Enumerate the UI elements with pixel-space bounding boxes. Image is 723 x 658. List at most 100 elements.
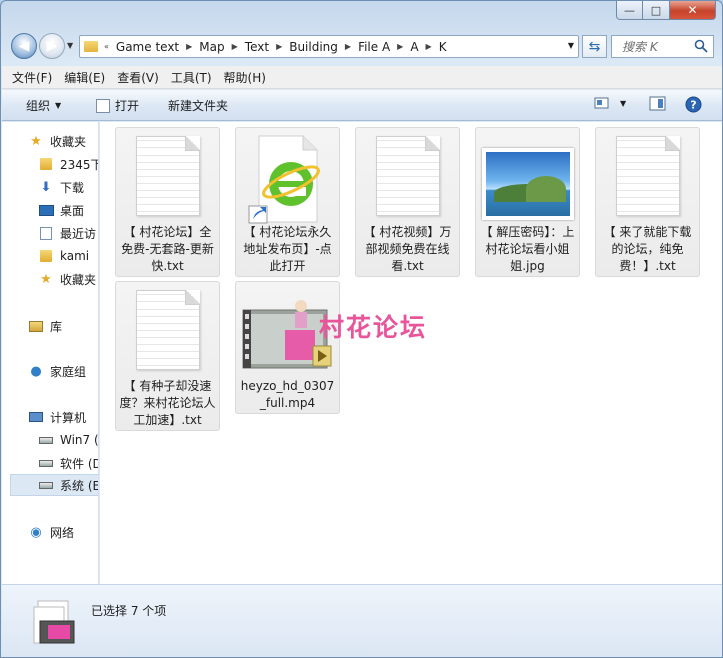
open-label: 打开 bbox=[115, 99, 140, 113]
sidebar-item-favorites-2[interactable]: ★ 收藏夹 bbox=[38, 268, 98, 290]
organize-button[interactable]: 组织 ▼ bbox=[26, 97, 61, 114]
breadcrumb-item[interactable]: Building bbox=[289, 40, 338, 54]
file-item[interactable]: 【 来了就能下载的论坛，纯免费！】.txt bbox=[595, 127, 700, 277]
sidebar-item-drive-d[interactable]: 软件 (D bbox=[38, 452, 99, 474]
file-name: 【 解压密码】：上村花论坛看小姐姐.jpg bbox=[480, 225, 575, 273]
file-name: 【 村花论坛永久地址发布页】-点此打开 bbox=[243, 225, 332, 273]
ie-shortcut-icon bbox=[245, 134, 331, 227]
recent-pages-dropdown[interactable]: ▼ bbox=[67, 41, 73, 50]
sidebar-item-drive-c[interactable]: Win7 ( bbox=[38, 429, 99, 451]
sidebar-item-homegroup[interactable]: ● 家庭组 bbox=[28, 360, 98, 382]
file-name: 【 村花论坛】全免费-无套路-更新快.txt bbox=[121, 225, 214, 273]
menu-view[interactable]: 查看(V) bbox=[117, 69, 159, 86]
forward-button[interactable]: ▶ bbox=[39, 33, 65, 59]
sidebar-item-libraries[interactable]: 库 bbox=[28, 315, 98, 337]
file-item[interactable]: 【 解压密码】：上村花论坛看小姐姐.jpg bbox=[475, 127, 580, 277]
open-icon bbox=[96, 98, 110, 113]
sidebar-item-label: 库 bbox=[50, 319, 63, 334]
desktop-icon bbox=[38, 203, 54, 217]
preview-pane-icon[interactable] bbox=[649, 96, 666, 111]
sidebar-item-recent[interactable]: 最近访 bbox=[38, 222, 98, 244]
refresh-button[interactable]: ⇆ bbox=[582, 35, 607, 58]
chevron-icon[interactable]: ▶ bbox=[232, 42, 238, 51]
menu-help[interactable]: 帮助(H) bbox=[224, 69, 266, 86]
chevron-icon[interactable]: ▶ bbox=[186, 42, 192, 51]
organize-label: 组织 bbox=[26, 99, 51, 113]
recent-icon bbox=[38, 226, 54, 240]
menu-edit[interactable]: 编辑(E) bbox=[64, 69, 105, 86]
sidebar-item-kami[interactable]: kami bbox=[38, 245, 98, 267]
sidebar-item-label: kami bbox=[60, 249, 90, 263]
navigation-pane[interactable]: ★ 收藏夹 2345下 ⬇ 下载 桌面 最近访 kami ★ 收藏夹 库 ● 家… bbox=[2, 122, 99, 584]
open-button[interactable]: 打开 bbox=[96, 97, 139, 114]
refresh-icon: ⇆ bbox=[588, 38, 601, 55]
chevron-icon[interactable]: ▶ bbox=[276, 42, 282, 51]
search-input[interactable]: 搜索 K bbox=[611, 35, 714, 58]
file-item[interactable]: 【 村花论坛】全免费-无套路-更新快.txt bbox=[115, 127, 220, 277]
folder-icon bbox=[38, 249, 54, 263]
new-folder-button[interactable]: 新建文件夹 bbox=[168, 97, 228, 114]
image-thumbnail bbox=[481, 148, 574, 220]
view-dropdown-icon[interactable]: ▼ bbox=[620, 99, 626, 108]
navigation-row: ◀ ▶ ▼ « Game text ▶ Map ▶ Text ▶ Buildin… bbox=[1, 31, 722, 63]
breadcrumb-item[interactable]: Game text bbox=[116, 40, 179, 54]
sidebar-item-label: 收藏夹 bbox=[50, 134, 87, 149]
maximize-button[interactable]: □ bbox=[643, 1, 670, 20]
selection-preview-icon bbox=[30, 599, 76, 648]
sidebar-item-label: 最近访 bbox=[60, 226, 97, 241]
sidebar-item-drive-e[interactable]: 系统 (E bbox=[10, 474, 98, 496]
star-icon: ★ bbox=[30, 133, 42, 149]
menu-tools[interactable]: 工具(T) bbox=[171, 69, 212, 86]
chevron-icon[interactable]: « bbox=[104, 42, 109, 51]
breadcrumb-item[interactable]: File A bbox=[358, 40, 390, 54]
address-bar[interactable]: « Game text ▶ Map ▶ Text ▶ Building ▶ Fi… bbox=[79, 35, 579, 58]
file-item[interactable]: 【 村花论坛永久地址发布页】-点此打开 bbox=[235, 127, 340, 277]
sidebar-item-desktop[interactable]: 桌面 bbox=[38, 199, 98, 221]
title-bar: — □ ✕ bbox=[1, 1, 722, 29]
selection-status: 已选择 7 个项 bbox=[91, 604, 167, 618]
menu-file[interactable]: 文件(F) bbox=[12, 69, 52, 86]
file-list[interactable]: 【 村花论坛】全免费-无套路-更新快.txt 【 村花论坛永久地址发布页】-点此… bbox=[100, 122, 722, 584]
library-icon bbox=[28, 319, 44, 333]
back-button[interactable]: ◀ bbox=[11, 33, 37, 59]
text-file-icon bbox=[615, 136, 680, 216]
close-button[interactable]: ✕ bbox=[670, 1, 716, 20]
view-options-icon[interactable] bbox=[594, 96, 610, 110]
sidebar-item-downloads[interactable]: ⬇ 下载 bbox=[38, 176, 98, 198]
sidebar-item-label: 软件 (D bbox=[60, 456, 99, 471]
file-name: 【 村花视频】万部视频免费在线看.txt bbox=[363, 225, 452, 273]
sidebar-item-label: 计算机 bbox=[50, 410, 87, 425]
drive-icon bbox=[38, 433, 54, 447]
sidebar-item-label: 下载 bbox=[60, 180, 85, 195]
command-bar: 组织 ▼ 打开 新建文件夹 ▼ ? bbox=[2, 90, 722, 121]
file-item[interactable]: 【 有种子却没速度？来村花论坛人工加速】.txt bbox=[115, 281, 220, 431]
search-placeholder: 搜索 K bbox=[622, 40, 658, 54]
breadcrumb-item[interactable]: Map bbox=[199, 40, 224, 54]
sidebar-item-network[interactable]: ◉ 网络 bbox=[28, 521, 98, 543]
chevron-down-icon: ▼ bbox=[55, 101, 62, 110]
address-dropdown-icon[interactable]: ▼ bbox=[568, 41, 574, 50]
chevron-icon[interactable]: ▶ bbox=[426, 42, 432, 51]
sidebar-item-label: Win7 ( bbox=[60, 433, 99, 447]
text-file-icon bbox=[375, 136, 440, 216]
chevron-icon[interactable]: ▶ bbox=[397, 42, 403, 51]
file-name: heyzo_hd_0307_full.mp4 bbox=[240, 379, 335, 410]
file-item[interactable]: heyzo_hd_0307_full.mp4 bbox=[235, 281, 340, 414]
sidebar-item-favorites[interactable]: ★ 收藏夹 bbox=[28, 130, 98, 152]
computer-icon bbox=[28, 410, 44, 424]
breadcrumb-item[interactable]: A bbox=[410, 40, 418, 54]
file-item[interactable]: 【 村花视频】万部视频免费在线看.txt bbox=[355, 127, 460, 277]
chevron-icon[interactable]: ▶ bbox=[345, 42, 351, 51]
sidebar-item-computer[interactable]: 计算机 bbox=[28, 406, 98, 428]
download-folder-icon: ⬇ bbox=[40, 179, 52, 195]
window-controls: — □ ✕ bbox=[616, 1, 716, 20]
breadcrumb-item[interactable]: Text bbox=[245, 40, 269, 54]
breadcrumb-item[interactable]: K bbox=[439, 40, 447, 54]
minimize-button[interactable]: — bbox=[616, 1, 643, 20]
sidebar-item-label: 家庭组 bbox=[50, 364, 87, 379]
file-name: 【 有种子却没速度？来村花论坛人工加速】.txt bbox=[119, 379, 216, 427]
svg-text:?: ? bbox=[690, 99, 696, 112]
sidebar-item-2345[interactable]: 2345下 bbox=[38, 153, 98, 175]
help-icon[interactable]: ? bbox=[685, 96, 702, 113]
sidebar-item-label: 收藏夹 bbox=[60, 272, 97, 287]
